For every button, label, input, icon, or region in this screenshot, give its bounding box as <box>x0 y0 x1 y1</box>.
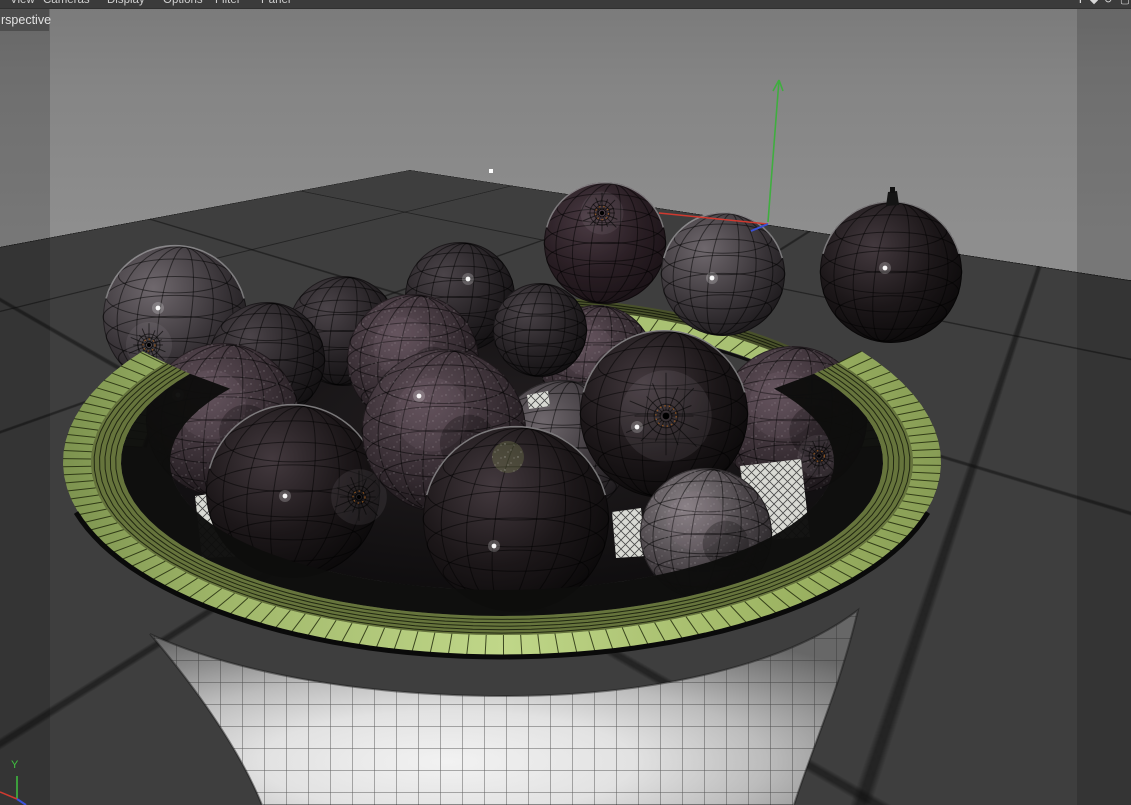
axis-x-line <box>0 791 18 800</box>
viewport-label[interactable]: rspective <box>0 9 51 31</box>
fruit-sphere[interactable] <box>819 187 963 349</box>
menu-item-cameras[interactable]: Cameras <box>43 0 90 7</box>
menu-item-display[interactable]: Display <box>107 0 145 7</box>
menu-item-filter[interactable]: Filter <box>215 0 241 7</box>
world-axis-gizmo <box>658 79 784 232</box>
axis-z-line <box>16 798 27 805</box>
menu-item-view[interactable]: View <box>10 0 35 7</box>
axis-y-label: Y <box>11 759 19 771</box>
safe-frame-tint-left <box>0 8 50 805</box>
application-window: rspective View Cameras Display Options F… <box>0 0 1131 805</box>
vertex-dot <box>489 169 493 173</box>
pan-icon[interactable]: ✛ <box>1076 0 1085 6</box>
rotate-icon[interactable]: ↺ <box>1104 0 1113 6</box>
axis-indicator: Y <box>0 759 27 805</box>
viewport-3d-scene[interactable] <box>0 0 1131 805</box>
maximize-icon[interactable]: ▢ <box>1120 0 1130 6</box>
zoom-icon[interactable]: ◆ <box>1090 0 1098 6</box>
safe-frame-tint-right <box>1077 8 1131 805</box>
menu-item-panel[interactable]: Panel <box>261 0 290 7</box>
menu-item-options[interactable]: Options <box>163 0 203 7</box>
viewport-menu-bar: View Cameras Display Options Filter Pane… <box>0 0 1131 9</box>
